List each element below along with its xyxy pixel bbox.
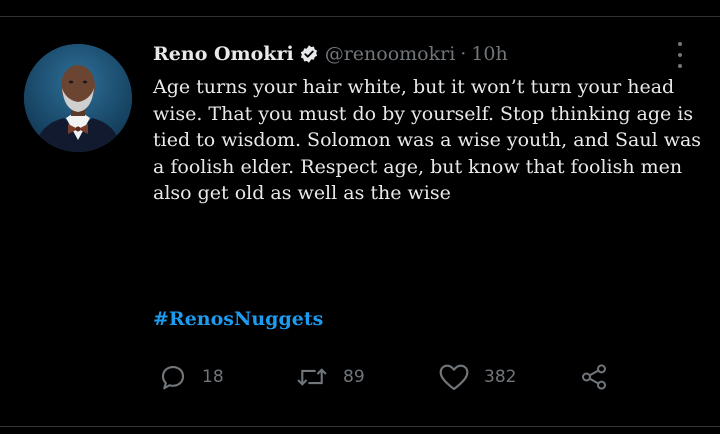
top-divider	[0, 16, 720, 17]
more-icon[interactable]	[670, 42, 690, 68]
avatar[interactable]	[24, 44, 132, 152]
like-button[interactable]: 382	[438, 362, 516, 392]
verified-badge-icon	[299, 44, 319, 64]
author-handle[interactable]: @renoomokri	[325, 43, 456, 65]
tweet-timestamp[interactable]: 10h	[471, 43, 507, 65]
reply-count: 18	[202, 367, 224, 387]
author-name[interactable]: Reno Omokri	[153, 43, 294, 65]
tweet-header: Reno Omokri @renoomokri · 10h	[153, 40, 508, 68]
heart-icon	[438, 362, 470, 392]
action-bar: 18 89 382	[158, 362, 628, 392]
retweet-button[interactable]: 89	[295, 362, 365, 392]
share-icon	[578, 362, 610, 392]
tweet-text: Age turns your hair white, but it won’t …	[153, 76, 702, 204]
reply-button[interactable]: 18	[158, 362, 224, 392]
reply-icon	[158, 362, 188, 392]
retweet-icon	[295, 362, 329, 392]
like-count: 382	[484, 367, 517, 387]
avatar-image	[24, 44, 132, 152]
bottom-divider	[0, 426, 720, 427]
separator-dot: ·	[460, 43, 467, 65]
retweet-count: 89	[343, 367, 365, 387]
hashtag-link[interactable]: #RenosNuggets	[153, 308, 323, 330]
share-button[interactable]	[578, 362, 610, 392]
